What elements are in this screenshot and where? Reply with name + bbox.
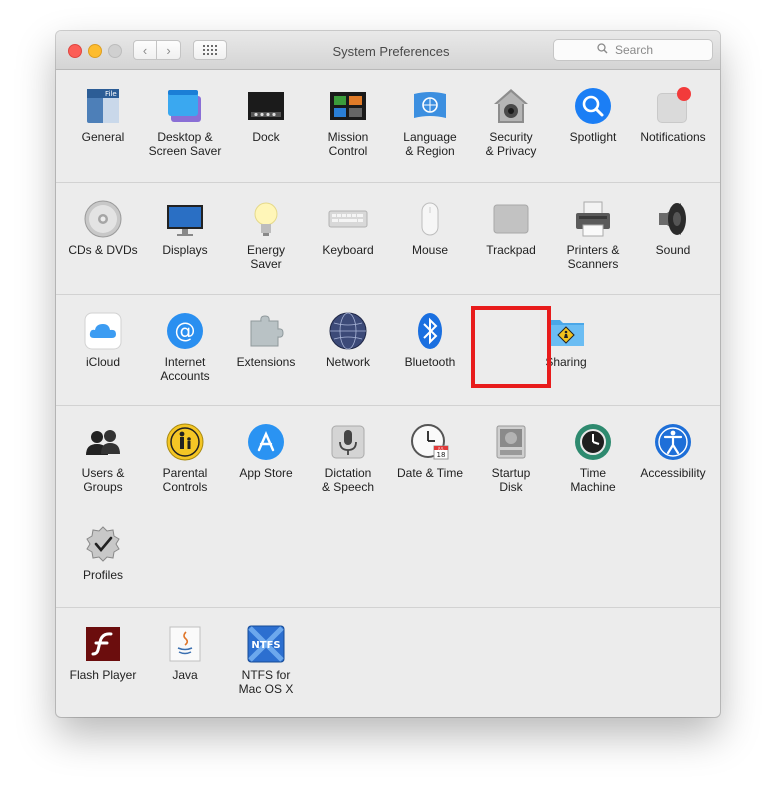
chevron-left-icon: ‹ [142,42,148,58]
pane-security-privacy[interactable]: Security & Privacy [470,70,552,160]
pane-desktop-screen-saver[interactable]: Desktop & Screen Saver [144,70,226,160]
dock-icon [246,86,286,126]
pane-sound[interactable]: Sound [632,183,714,273]
pane-cds-dvds[interactable]: CDs & DVDs [62,183,144,273]
pane-mission-control[interactable]: Mission Control [307,70,389,160]
pane-accessibility[interactable]: Accessibility [632,406,714,496]
pane-startup-disk[interactable]: Startup Disk [470,406,552,496]
svg-text:18: 18 [437,451,446,459]
globe-icon [328,311,368,351]
pane-icloud[interactable]: iCloud [62,295,144,385]
disk-icon [491,422,531,462]
pane-date-time[interactable]: JUL 18 Date & Time [389,406,471,496]
sharing-folder-icon [546,311,586,351]
pane-language-region[interactable]: Language & Region [389,70,471,160]
svg-text:File: File [105,90,117,98]
section-hardware: CDs & DVDs Displays Energy Saver Keyboar… [56,183,720,295]
pane-energy-saver[interactable]: Energy Saver [225,183,307,273]
language-icon [410,86,450,126]
microphone-icon [328,422,368,462]
pane-notifications[interactable]: Notifications [632,70,714,160]
pane-dictation-speech[interactable]: Dictation & Speech [307,406,389,496]
desktop-icon [165,86,205,126]
system-preferences-window: ‹ › System Preferences File General Desk… [56,31,720,717]
section-internet-wireless: iCloud @ Internet Accounts Extensions Ne… [56,295,720,406]
chevron-right-icon: › [166,42,171,58]
pane-displays[interactable]: Displays [144,183,226,273]
pane-network[interactable]: Network [307,295,389,385]
pane-general[interactable]: File General [62,70,144,160]
back-button[interactable]: ‹ [133,40,157,60]
puzzle-icon [246,311,286,351]
printer-icon [573,199,613,239]
pane-time-machine[interactable]: Time Machine [552,406,634,496]
notifications-icon [653,86,693,126]
pane-ntfs[interactable]: NTFS NTFS for Mac OS X [225,608,307,698]
pane-app-store[interactable]: App Store [225,406,307,496]
show-all-button[interactable] [193,40,227,60]
flash-icon [83,624,123,664]
svg-text:@: @ [175,319,196,343]
speaker-icon [653,199,693,239]
mouse-icon [410,199,450,239]
svg-text:JUL: JUL [437,447,443,451]
ntfs-icon: NTFS [246,624,286,664]
java-icon [165,624,205,664]
cd-icon [83,199,123,239]
cloud-icon [83,311,123,351]
zoom-window-button[interactable] [108,44,122,58]
security-icon [491,86,531,126]
time-machine-icon [573,422,613,462]
profiles-badge-icon [83,524,123,564]
pane-flash-player[interactable]: Flash Player [62,608,144,698]
sharing-highlight-box [471,306,551,388]
pane-printers-scanners[interactable]: Printers & Scanners [552,183,634,273]
pane-profiles[interactable]: Profiles [62,508,144,598]
users-icon [83,422,123,462]
at-sign-icon: @ [165,311,205,351]
pane-dock[interactable]: Dock [225,70,307,160]
spotlight-icon [573,86,613,126]
pane-parental-controls[interactable]: Parental Controls [144,406,226,496]
pane-java[interactable]: Java [144,608,226,698]
pane-keyboard[interactable]: Keyboard [307,183,389,273]
clock-calendar-icon: JUL 18 [410,422,450,462]
close-window-button[interactable] [68,44,82,58]
app-store-icon [246,422,286,462]
minimize-window-button[interactable] [88,44,102,58]
general-icon: File [83,86,123,126]
pane-trackpad[interactable]: Trackpad [470,183,552,273]
search-input[interactable] [613,42,669,58]
window-title: System Preferences [332,44,450,59]
pane-mouse[interactable]: Mouse [389,183,471,273]
pane-extensions[interactable]: Extensions [225,295,307,385]
section-personal: File General Desktop & Screen Saver Dock… [56,70,720,183]
search-field[interactable] [553,39,713,61]
svg-text:NTFS: NTFS [251,640,280,651]
trackpad-icon [491,199,531,239]
grid-icon [203,45,217,55]
lightbulb-icon [246,199,286,239]
bluetooth-icon [410,311,450,351]
section-system: Users & Groups Parental Controls App Sto… [56,406,720,608]
accessibility-icon [653,422,693,462]
mission-control-icon [328,86,368,126]
pane-bluetooth[interactable]: Bluetooth [389,295,471,385]
forward-button[interactable]: › [157,40,181,60]
parental-icon [165,422,205,462]
pane-internet-accounts[interactable]: @ Internet Accounts [144,295,226,385]
search-icon [597,41,608,59]
pane-users-groups[interactable]: Users & Groups [62,406,144,496]
pane-spotlight[interactable]: Spotlight [552,70,634,160]
title-bar: ‹ › System Preferences [56,31,720,70]
display-icon [165,199,205,239]
section-other: Flash Player Java NTFS NTFS for Mac OS X [56,608,720,717]
keyboard-icon [328,199,368,239]
